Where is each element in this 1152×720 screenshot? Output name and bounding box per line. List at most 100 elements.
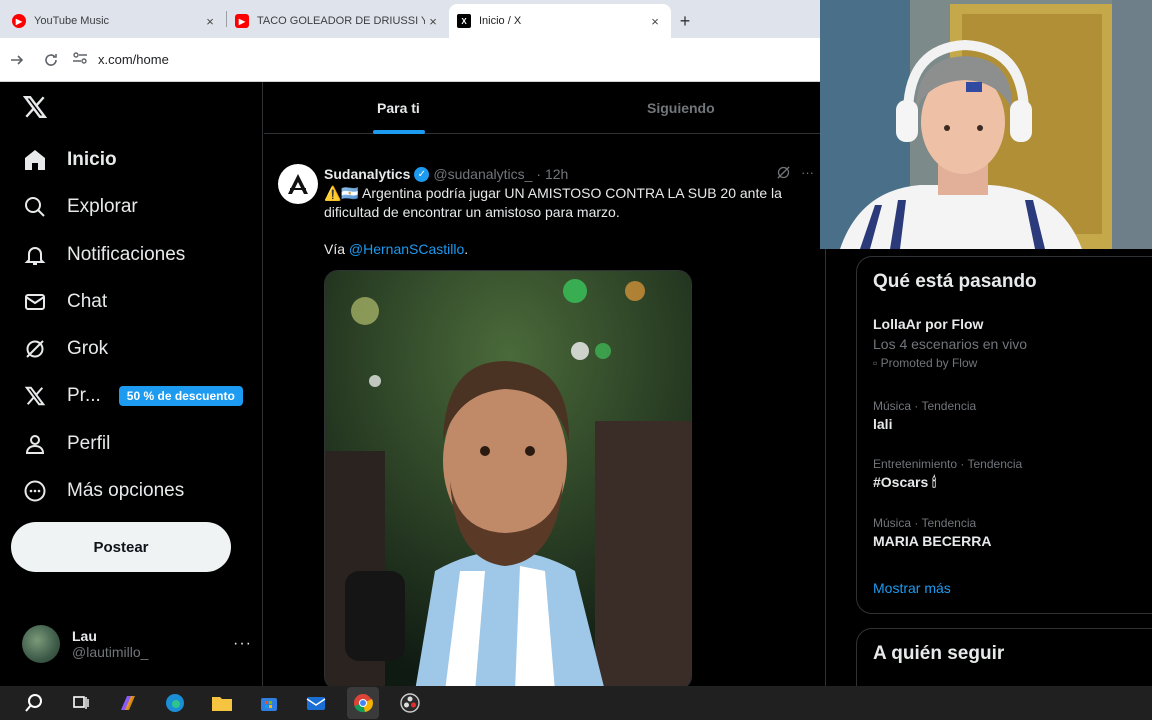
edge-icon[interactable] bbox=[159, 687, 191, 719]
windows-taskbar bbox=[0, 686, 1152, 720]
home-feed: Para ti Siguiendo Sudanalytics ✓ @sudana… bbox=[264, 82, 826, 686]
more-icon[interactable]: ··· bbox=[801, 165, 814, 183]
account-name: Lau bbox=[72, 628, 97, 644]
sidebar-item-grok[interactable]: Grok bbox=[22, 330, 108, 368]
site-settings-icon[interactable] bbox=[72, 51, 88, 68]
file-explorer-icon[interactable] bbox=[206, 687, 238, 719]
sidebar-item-notificaciones[interactable]: Notificaciones bbox=[22, 236, 185, 274]
sidebar-item-mas-opciones[interactable]: Más opciones bbox=[22, 472, 184, 510]
post-header: Sudanalytics ✓ @sudanalytics_ · 12h ··· bbox=[324, 164, 814, 184]
post-time[interactable]: · 12h bbox=[536, 166, 568, 182]
address-bar: x.com/home bbox=[0, 38, 820, 82]
sidebar-item-inicio[interactable]: Inicio bbox=[22, 141, 117, 179]
tab-x-home[interactable]: X Inicio / X × bbox=[449, 4, 671, 38]
sidebar: Inicio Explorar Notificaciones Chat Grok… bbox=[0, 82, 263, 686]
author-name[interactable]: Sudanalytics bbox=[324, 166, 410, 182]
discount-badge: 50 % de descuento bbox=[118, 386, 243, 406]
sidebar-item-label: Perfil bbox=[67, 433, 111, 454]
author-handle[interactable]: @sudanalytics_ bbox=[433, 166, 532, 182]
trend-category: Música · Tendencia bbox=[873, 516, 977, 530]
sidebar-item-explorar[interactable]: Explorar bbox=[22, 188, 138, 226]
reload-button[interactable] bbox=[34, 43, 68, 77]
more-icon[interactable]: ··· bbox=[233, 635, 252, 653]
close-tab-icon[interactable]: × bbox=[425, 14, 441, 29]
sudanalytics-logo-icon bbox=[288, 174, 308, 194]
via-prefix: Vía bbox=[324, 241, 349, 257]
x-icon: X bbox=[457, 14, 471, 28]
avatar bbox=[22, 625, 60, 663]
close-tab-icon[interactable]: × bbox=[202, 14, 218, 29]
copilot-icon[interactable] bbox=[112, 687, 144, 719]
trend-item[interactable]: Música · Tendencia lali bbox=[873, 399, 1152, 432]
post-image[interactable] bbox=[324, 270, 692, 686]
sidebar-item-premium[interactable]: Pr... 50 % de descuento bbox=[22, 377, 243, 415]
trend-category: Música · Tendencia bbox=[873, 399, 977, 413]
active-tab-indicator bbox=[373, 130, 425, 134]
bell-icon bbox=[22, 242, 48, 268]
mail-icon bbox=[22, 289, 48, 315]
x-premium-icon bbox=[22, 383, 48, 409]
sidebar-item-label: Explorar bbox=[67, 196, 138, 217]
via-suffix: . bbox=[464, 241, 469, 257]
author-avatar[interactable] bbox=[278, 164, 318, 204]
url-field[interactable]: x.com/home bbox=[72, 45, 169, 75]
show-more-link[interactable]: Mostrar más bbox=[873, 580, 951, 596]
home-icon bbox=[22, 147, 48, 173]
tab-siguiendo[interactable]: Siguiendo bbox=[647, 82, 715, 134]
post-text: ⚠️🇦🇷 Argentina podría jugar UN AMISTOSO … bbox=[324, 185, 782, 220]
trend-category: Entretenimiento · Tendencia bbox=[873, 457, 1023, 471]
x-logo-icon[interactable] bbox=[22, 94, 52, 124]
sidebar-item-perfil[interactable]: Perfil bbox=[22, 425, 110, 463]
trends-title: Qué está pasando bbox=[873, 271, 1037, 292]
chrome-icon[interactable] bbox=[347, 687, 379, 719]
account-handle: @lautimillo_ bbox=[72, 644, 149, 660]
search-icon[interactable] bbox=[18, 687, 50, 719]
close-tab-icon[interactable]: × bbox=[647, 14, 663, 29]
youtube-music-icon: ▶ bbox=[12, 14, 26, 28]
forward-button[interactable] bbox=[0, 43, 34, 77]
task-view-icon[interactable] bbox=[65, 687, 97, 719]
sidebar-item-label: Inicio bbox=[67, 149, 117, 170]
more-circle-icon bbox=[22, 478, 48, 504]
webcam-overlay bbox=[820, 0, 1152, 249]
feed-tabs: Para ti Siguiendo bbox=[264, 82, 825, 134]
tab-youtube-video[interactable]: ▶ TACO GOLEADOR DE DRIUSSI Y × bbox=[227, 4, 449, 38]
post-via: Vía @HernanSCastillo. bbox=[324, 241, 468, 257]
trend-item[interactable]: Música · Tendencia MARIA BECERRA bbox=[873, 516, 1152, 549]
post-tools: ··· bbox=[776, 165, 814, 183]
trend-name: MARIA BECERRA bbox=[873, 533, 992, 549]
trend-subtitle: Los 4 escenarios en vivo bbox=[873, 336, 1028, 352]
tab-label: Inicio / X bbox=[479, 15, 522, 27]
browser-tab-strip: ▶ YouTube Music × ▶ TACO GOLEADOR DE DRI… bbox=[0, 0, 820, 38]
sidebar-item-label: Pr... bbox=[67, 385, 101, 406]
tab-para-ti[interactable]: Para ti bbox=[377, 82, 420, 134]
reload-icon bbox=[45, 53, 57, 66]
sidebar-item-chat[interactable]: Chat bbox=[22, 283, 107, 321]
tab-youtube-music[interactable]: ▶ YouTube Music × bbox=[4, 4, 226, 38]
new-tab-button[interactable]: + bbox=[671, 4, 699, 38]
sidebar-item-label: Notificaciones bbox=[67, 244, 186, 265]
obs-icon[interactable] bbox=[394, 687, 426, 719]
promoted-icon: ▫ bbox=[873, 356, 881, 370]
youtube-icon: ▶ bbox=[235, 14, 249, 28]
account-switcher[interactable]: Lau @lautimillo_ ··· bbox=[22, 622, 252, 666]
mail-app-icon[interactable] bbox=[300, 687, 332, 719]
trend-name: #Oscars 🕯 bbox=[873, 474, 937, 490]
trend-name: LollaAr por Flow bbox=[873, 316, 984, 332]
sidebar-item-label: Más opciones bbox=[67, 480, 185, 501]
sidebar-item-label: Grok bbox=[67, 338, 109, 359]
tab-label: YouTube Music bbox=[34, 15, 110, 27]
trend-item[interactable]: LollaAr por Flow Los 4 escenarios en viv… bbox=[873, 313, 1152, 370]
mention-link[interactable]: @HernanSCastillo bbox=[349, 241, 464, 257]
store-icon[interactable] bbox=[253, 687, 285, 719]
arrow-right-icon bbox=[11, 54, 24, 65]
url-text: x.com/home bbox=[98, 52, 169, 67]
trend-name: lali bbox=[873, 416, 893, 432]
grok-icon[interactable] bbox=[776, 165, 791, 183]
sidebar-item-label: Chat bbox=[67, 291, 108, 312]
person-icon bbox=[22, 431, 48, 457]
who-to-follow-title: A quién seguir bbox=[873, 643, 1005, 664]
trend-item[interactable]: Entretenimiento · Tendencia #Oscars 🕯 bbox=[873, 457, 1152, 491]
post-button[interactable]: Postear bbox=[11, 522, 231, 572]
promoted-label: ▫ Promoted by Flow bbox=[873, 356, 978, 370]
